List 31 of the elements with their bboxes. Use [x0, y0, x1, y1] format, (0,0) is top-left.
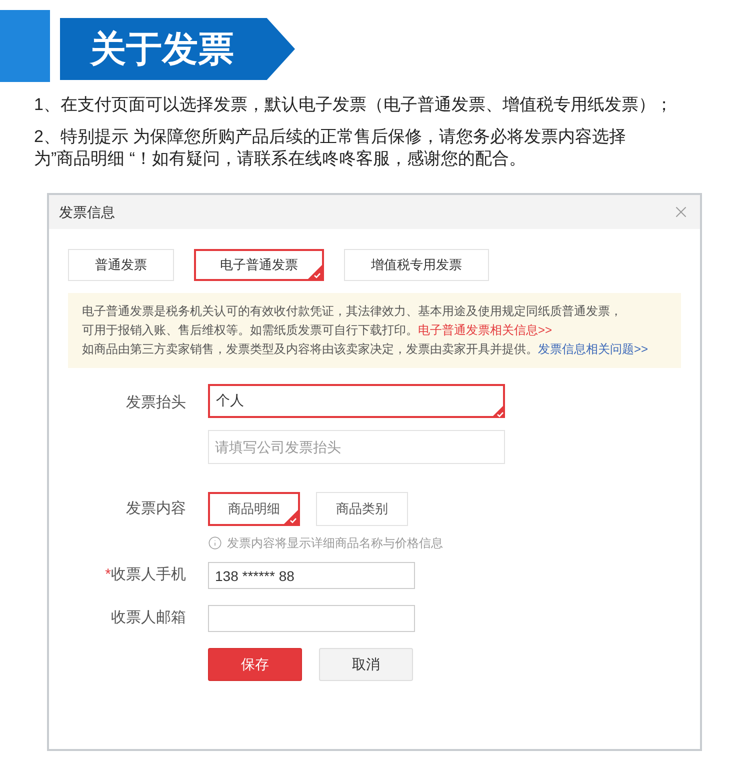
cancel-button[interactable]: 取消	[319, 648, 413, 681]
save-button[interactable]: 保存	[208, 648, 302, 681]
selected-corner-icon	[491, 404, 505, 418]
note-text: 1、在支付页面可以选择发票，默认电子发票（电子普通发票、增值税专用纸发票）；	[34, 94, 674, 116]
hint-text: 发票内容将显示详细商品名称与价格信息	[227, 535, 443, 552]
invoice-type-tab[interactable]: 电子普通发票	[194, 249, 324, 281]
notice-text: 可用于报销入账、售后维权等。如需纸质发票可自行下载打印。	[82, 322, 418, 339]
field-label: 收票人邮箱	[111, 609, 186, 626]
email-field[interactable]	[208, 605, 415, 632]
dialog-title: 发票信息	[59, 202, 115, 222]
invoice-type-tab[interactable]: 增值税专用发票	[344, 249, 489, 281]
required-mark: *	[105, 566, 111, 584]
invoice-title-field[interactable]: 个人	[208, 384, 505, 418]
field-label: 发票抬头	[126, 394, 186, 411]
info-link[interactable]: 发票信息相关问题>>	[538, 340, 648, 359]
note-text: 2、特别提示 为保障您所购产品后续的正常售后保修，请您务必将发票内容选择 为”商品明细 “！如有疑问，请联系在线咚咚客服，感谢您的配合。	[34, 126, 628, 170]
info-icon	[208, 536, 222, 550]
page-title: 关于发票	[90, 31, 234, 67]
phone-field[interactable]: 138 ****** 88	[208, 562, 415, 589]
field-label: 发票内容	[126, 500, 186, 517]
notice-text: 如商品由第三方卖家销售，发票类型及内容将由该卖家决定，发票由卖家开具并提供。	[82, 341, 538, 358]
content-option[interactable]: 商品类别	[316, 492, 408, 526]
invoice-title-field[interactable]: 请填写公司发票抬头	[208, 430, 505, 464]
banner-stripe	[0, 10, 50, 82]
selected-corner-icon	[308, 265, 322, 279]
content-option[interactable]: 商品明细	[208, 492, 300, 526]
notice-text: 电子普通发票是税务机关认可的有效收付款凭证，其法律效力、基本用途及使用规定同纸质普通发票，	[82, 303, 622, 320]
info-link[interactable]: 电子普通发票相关信息>>	[418, 321, 552, 340]
selected-corner-icon	[284, 510, 298, 524]
field-label: 收票人手机	[111, 566, 186, 584]
invoice-type-tab[interactable]: 普通发票	[68, 249, 174, 281]
